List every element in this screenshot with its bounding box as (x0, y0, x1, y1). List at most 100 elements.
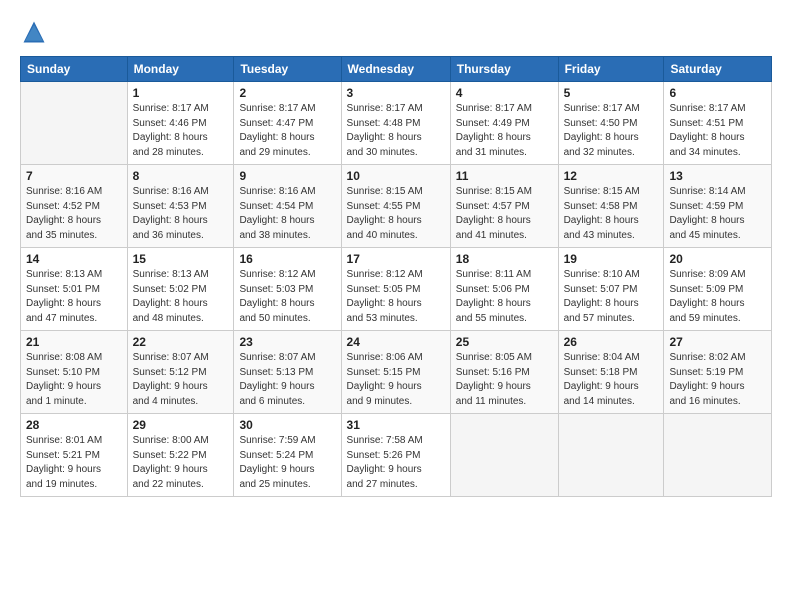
day-number: 2 (239, 86, 335, 100)
day-info: Sunrise: 8:16 AMSunset: 4:53 PMDaylight:… (133, 185, 229, 243)
calendar-cell: 8 Sunrise: 8:16 AMSunset: 4:53 PMDaylight… (127, 165, 234, 248)
calendar-cell: 7Sunrise: 8:16 AMSunset: 4:52 PMDaylight… (21, 165, 128, 248)
calendar-cell: 4 Sunrise: 8:17 AMSunset: 4:49 PMDaylight… (450, 82, 558, 165)
day-number: 10 (347, 169, 445, 183)
calendar-week-row: 1 Sunrise: 8:17 AMSunset: 4:46 PMDaylight… (21, 82, 772, 165)
calendar-cell: 5 Sunrise: 8:17 AMSunset: 4:50 PMDaylight… (558, 82, 664, 165)
calendar-cell: 14 Sunrise: 8:13 AMSunset: 5:01 PMDayligh… (21, 248, 128, 331)
day-info: Sunrise: 8:00 AMSunset: 5:22 PMDaylight:… (133, 434, 229, 492)
day-info: Sunrise: 8:05 AMSunset: 5:16 PMDaylight:… (456, 351, 553, 409)
day-info: Sunrise: 7:58 AMSunset: 5:26 PMDaylight:… (347, 434, 445, 492)
day-number: 30 (239, 418, 335, 432)
calendar-cell: 6 Sunrise: 8:17 AMSunset: 4:51 PMDaylight… (664, 82, 772, 165)
calendar-cell: 10 Sunrise: 8:15 AMSunset: 4:55 PMDayligh… (341, 165, 450, 248)
calendar-header: SundayMondayTuesdayWednesdayThursdayFrid… (21, 57, 772, 82)
day-info: Sunrise: 8:13 AMSunset: 5:02 PMDaylight:… (133, 268, 229, 326)
day-number: 11 (456, 169, 553, 183)
calendar-cell: 30Sunrise: 7:59 AMSunset: 5:24 PMDayligh… (234, 414, 341, 497)
calendar-cell (558, 414, 664, 497)
calendar-cell (21, 82, 128, 165)
day-number: 14 (26, 252, 122, 266)
calendar-week-row: 14 Sunrise: 8:13 AMSunset: 5:01 PMDayligh… (21, 248, 772, 331)
day-info: Sunrise: 8:09 AMSunset: 5:09 PMDaylight:… (669, 268, 766, 326)
day-number: 13 (669, 169, 766, 183)
calendar-cell (664, 414, 772, 497)
day-number: 26 (564, 335, 659, 349)
day-number: 1 (133, 86, 229, 100)
page: SundayMondayTuesdayWednesdayThursdayFrid… (0, 0, 792, 612)
calendar-cell: 28 Sunrise: 8:01 AMSunset: 5:21 PMDayligh… (21, 414, 128, 497)
day-number: 16 (239, 252, 335, 266)
day-info: Sunrise: 8:10 AMSunset: 5:07 PMDaylight:… (564, 268, 659, 326)
day-number: 4 (456, 86, 553, 100)
calendar-cell: 15 Sunrise: 8:13 AMSunset: 5:02 PMDayligh… (127, 248, 234, 331)
day-number: 3 (347, 86, 445, 100)
day-info: Sunrise: 8:07 AMSunset: 5:12 PMDaylight:… (133, 351, 229, 409)
logo (20, 18, 52, 46)
day-number: 29 (133, 418, 229, 432)
logo-icon (20, 18, 48, 46)
header-row: SundayMondayTuesdayWednesdayThursdayFrid… (21, 57, 772, 82)
calendar-cell: 19Sunrise: 8:10 AMSunset: 5:07 PMDayligh… (558, 248, 664, 331)
calendar-cell: 26 Sunrise: 8:04 AMSunset: 5:18 PMDayligh… (558, 331, 664, 414)
day-info: Sunrise: 8:08 AMSunset: 5:10 PMDaylight:… (26, 351, 122, 409)
day-info: Sunrise: 8:17 AMSunset: 4:47 PMDaylight:… (239, 102, 335, 160)
day-info: Sunrise: 8:17 AMSunset: 4:50 PMDaylight:… (564, 102, 659, 160)
calendar-table: SundayMondayTuesdayWednesdayThursdayFrid… (20, 56, 772, 497)
calendar-cell: 11 Sunrise: 8:15 AMSunset: 4:57 PMDayligh… (450, 165, 558, 248)
day-info: Sunrise: 8:17 AMSunset: 4:48 PMDaylight:… (347, 102, 445, 160)
day-info: Sunrise: 8:12 AMSunset: 5:03 PMDaylight:… (239, 268, 335, 326)
day-number: 5 (564, 86, 659, 100)
day-info: Sunrise: 8:16 AMSunset: 4:54 PMDaylight:… (239, 185, 335, 243)
day-number: 21 (26, 335, 122, 349)
day-number: 18 (456, 252, 553, 266)
day-of-week-header: Sunday (21, 57, 128, 82)
day-of-week-header: Wednesday (341, 57, 450, 82)
day-number: 8 (133, 169, 229, 183)
calendar-cell: 27 Sunrise: 8:02 AMSunset: 5:19 PMDayligh… (664, 331, 772, 414)
day-info: Sunrise: 8:13 AMSunset: 5:01 PMDaylight:… (26, 268, 122, 326)
day-number: 28 (26, 418, 122, 432)
calendar-cell: 31 Sunrise: 7:58 AMSunset: 5:26 PMDayligh… (341, 414, 450, 497)
day-info: Sunrise: 8:14 AMSunset: 4:59 PMDaylight:… (669, 185, 766, 243)
calendar-week-row: 7Sunrise: 8:16 AMSunset: 4:52 PMDaylight… (21, 165, 772, 248)
day-info: Sunrise: 8:17 AMSunset: 4:51 PMDaylight:… (669, 102, 766, 160)
calendar-week-row: 21 Sunrise: 8:08 AMSunset: 5:10 PMDayligh… (21, 331, 772, 414)
day-info: Sunrise: 8:04 AMSunset: 5:18 PMDaylight:… (564, 351, 659, 409)
day-info: Sunrise: 8:17 AMSunset: 4:49 PMDaylight:… (456, 102, 553, 160)
calendar-cell: 3 Sunrise: 8:17 AMSunset: 4:48 PMDaylight… (341, 82, 450, 165)
day-number: 6 (669, 86, 766, 100)
day-number: 25 (456, 335, 553, 349)
day-info: Sunrise: 8:11 AMSunset: 5:06 PMDaylight:… (456, 268, 553, 326)
calendar-cell: 22Sunrise: 8:07 AMSunset: 5:12 PMDayligh… (127, 331, 234, 414)
day-info: Sunrise: 8:15 AMSunset: 4:58 PMDaylight:… (564, 185, 659, 243)
calendar-cell (450, 414, 558, 497)
calendar-cell: 13 Sunrise: 8:14 AMSunset: 4:59 PMDayligh… (664, 165, 772, 248)
day-info: Sunrise: 8:02 AMSunset: 5:19 PMDaylight:… (669, 351, 766, 409)
calendar-cell: 24Sunrise: 8:06 AMSunset: 5:15 PMDayligh… (341, 331, 450, 414)
day-number: 9 (239, 169, 335, 183)
day-number: 7 (26, 169, 122, 183)
calendar-cell: 20 Sunrise: 8:09 AMSunset: 5:09 PMDayligh… (664, 248, 772, 331)
calendar-week-row: 28 Sunrise: 8:01 AMSunset: 5:21 PMDayligh… (21, 414, 772, 497)
day-info: Sunrise: 8:17 AMSunset: 4:46 PMDaylight:… (133, 102, 229, 160)
calendar-cell: 16 Sunrise: 8:12 AMSunset: 5:03 PMDayligh… (234, 248, 341, 331)
header (20, 18, 772, 46)
day-info: Sunrise: 8:15 AMSunset: 4:57 PMDaylight:… (456, 185, 553, 243)
calendar-body: 1 Sunrise: 8:17 AMSunset: 4:46 PMDaylight… (21, 82, 772, 497)
day-info: Sunrise: 8:01 AMSunset: 5:21 PMDaylight:… (26, 434, 122, 492)
day-info: Sunrise: 8:15 AMSunset: 4:55 PMDaylight:… (347, 185, 445, 243)
day-of-week-header: Tuesday (234, 57, 341, 82)
day-of-week-header: Saturday (664, 57, 772, 82)
calendar-cell: 9 Sunrise: 8:16 AMSunset: 4:54 PMDaylight… (234, 165, 341, 248)
day-number: 15 (133, 252, 229, 266)
calendar-cell: 1 Sunrise: 8:17 AMSunset: 4:46 PMDaylight… (127, 82, 234, 165)
day-number: 27 (669, 335, 766, 349)
day-number: 20 (669, 252, 766, 266)
calendar-cell: 12 Sunrise: 8:15 AMSunset: 4:58 PMDayligh… (558, 165, 664, 248)
day-number: 31 (347, 418, 445, 432)
day-number: 12 (564, 169, 659, 183)
calendar-cell: 2 Sunrise: 8:17 AMSunset: 4:47 PMDaylight… (234, 82, 341, 165)
day-of-week-header: Friday (558, 57, 664, 82)
calendar-cell: 17Sunrise: 8:12 AMSunset: 5:05 PMDayligh… (341, 248, 450, 331)
